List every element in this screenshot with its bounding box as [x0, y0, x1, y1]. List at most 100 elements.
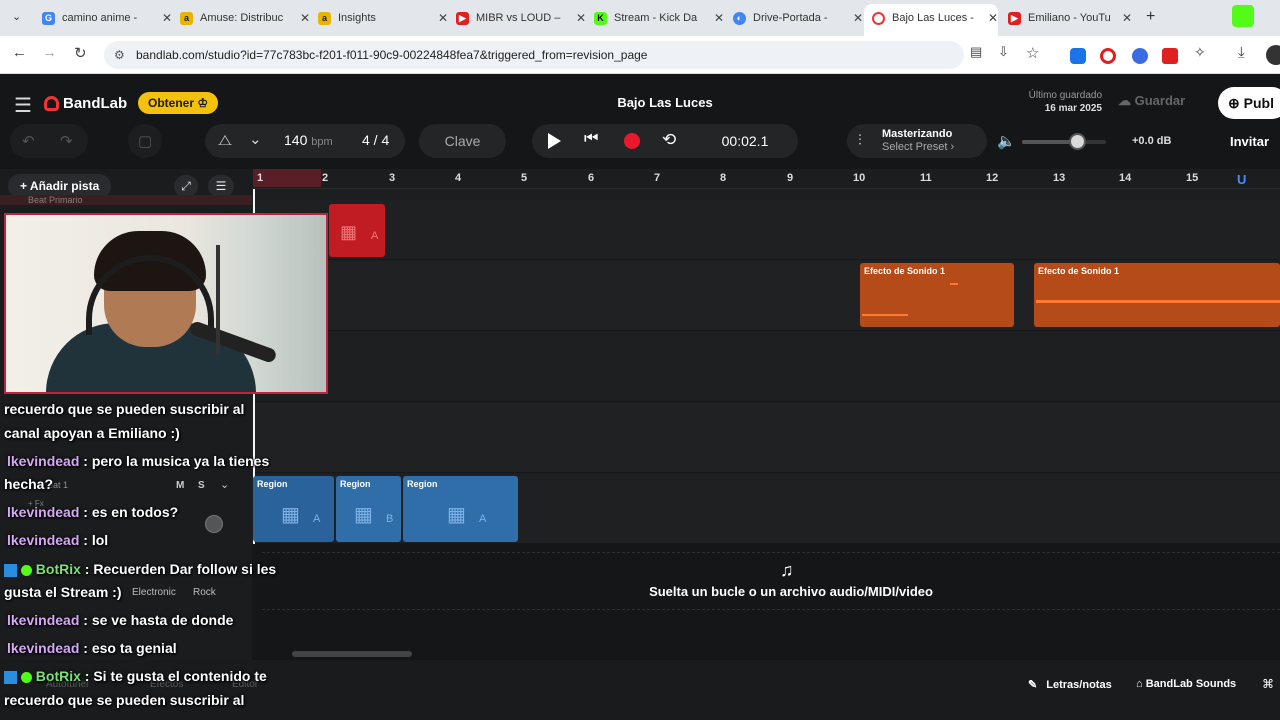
browser-tab[interactable]: K Stream - Kick Da ✕ — [594, 4, 724, 32]
reload-icon[interactable]: ↻ — [74, 44, 87, 62]
snap-magnet-icon[interactable]: U — [1237, 172, 1246, 187]
midi-region[interactable]: Region ▦ A — [403, 476, 518, 542]
tab-close-icon[interactable]: ✕ — [1122, 11, 1132, 25]
chat-message: lkevindead : pero la musica ya la tienes — [7, 453, 269, 469]
mixer-button[interactable]: ☰ — [208, 175, 234, 197]
chat-message: lkevindead : lol — [7, 532, 108, 548]
undo-icon[interactable]: ↶ — [22, 132, 35, 150]
menu-hamburger-icon[interactable]: ☰ — [14, 93, 32, 118]
tab-close-icon[interactable]: ✕ — [162, 11, 172, 25]
track-chevron-icon[interactable]: ⌄ — [220, 478, 229, 491]
metronome-chevron-icon[interactable]: ⌄ — [249, 130, 262, 148]
chat-text: hecha? — [4, 476, 54, 492]
volume-icon[interactable]: 🔈 — [997, 132, 1016, 150]
new-tab-icon[interactable]: + — [1146, 8, 1155, 26]
url-text: bandlab.com/studio?id=77c783bc-f201-f011… — [136, 48, 648, 62]
chat-text: canal apoyan a Emiliano :) — [4, 425, 180, 441]
region-label: Region — [257, 479, 288, 489]
tab-close-icon[interactable]: ✕ — [438, 11, 448, 25]
tab-close-icon[interactable]: ✕ — [988, 11, 998, 25]
extension-icon[interactable] — [1132, 48, 1148, 64]
get-button[interactable]: Obtener ♔ — [138, 92, 219, 114]
sfx-region[interactable]: Efecto de Sonido 1 — [1034, 263, 1280, 327]
track-lane[interactable] — [252, 403, 1280, 473]
bookmark-star-icon[interactable]: ☆ — [1026, 44, 1039, 62]
project-title[interactable]: Bajo Las Luces — [560, 95, 770, 110]
solo-button[interactable]: S — [198, 480, 205, 491]
chevron-right-icon: › — [950, 141, 955, 153]
reading-mode-icon[interactable]: ▤ — [970, 44, 982, 60]
track-lane[interactable] — [252, 200, 1280, 260]
pan-knob[interactable] — [205, 515, 223, 533]
loop-marker[interactable] — [253, 169, 321, 187]
ruler-bar: 3 — [389, 172, 396, 184]
tab-list-chevron-icon[interactable]: ⌄ — [12, 10, 21, 23]
browser-tab[interactable]: G camino anime - ✕ — [42, 4, 172, 32]
loop-icon[interactable]: ⟲ — [662, 130, 676, 150]
back-icon[interactable]: ← — [12, 44, 27, 61]
lyrics-notes-button[interactable]: ✎ Letras/notas — [1028, 678, 1112, 691]
volume-slider[interactable] — [1022, 140, 1106, 144]
tempo-field[interactable]: 140 bpm — [284, 132, 333, 148]
chat-message: lkevindead : se ve hasta de donde — [7, 612, 233, 628]
site-info-icon[interactable]: ⚙ — [114, 41, 125, 69]
browser-tab[interactable]: ▶ MIBR vs LOUD – ✕ — [456, 4, 586, 32]
forward-icon[interactable]: → — [42, 44, 57, 61]
extension-icon[interactable] — [1162, 48, 1178, 64]
skip-to-start-icon[interactable]: ⏮ — [584, 130, 598, 148]
record-button[interactable] — [624, 133, 640, 149]
horizontal-scrollbar[interactable] — [292, 651, 412, 657]
bandlab-logo[interactable]: BandLab — [44, 95, 127, 112]
track-lane[interactable] — [252, 332, 1280, 402]
tab-close-icon[interactable]: ✕ — [300, 11, 310, 25]
browser-tab[interactable]: a Insights ✕ — [318, 4, 448, 32]
save-button[interactable]: ☁ Guardar — [1118, 93, 1185, 109]
chat-message: recuerdo que se pueden suscribir al — [4, 692, 244, 708]
shortcuts-icon[interactable]: ⌘ — [1262, 677, 1274, 691]
downloads-icon[interactable]: ⤓ — [1238, 44, 1245, 61]
bandlab-sounds-button[interactable]: ⌂ BandLab Sounds — [1136, 678, 1236, 690]
redo-icon[interactable]: ↷ — [60, 132, 73, 150]
profile-avatar[interactable] — [1266, 45, 1280, 65]
drop-zone[interactable]: ♫ Suelta un bucle o un archivo audio/MID… — [252, 544, 1280, 660]
tab-label: Amuse: Distribuc — [200, 12, 284, 24]
drive-icon: ◐ — [733, 11, 746, 25]
invite-button[interactable]: Invitar — [1230, 134, 1269, 149]
genre-tag[interactable]: Rock — [193, 587, 216, 598]
last-saved-label: Último guardado — [1028, 90, 1102, 101]
tab-label: Stream - Kick Da — [614, 12, 698, 24]
browser-tab-active[interactable]: Bajo Las Luces - ✕ — [864, 4, 998, 36]
metronome-icon[interactable]: ⧍ — [218, 132, 232, 149]
automation-button[interactable]: ⤢ — [174, 175, 198, 197]
time-signature[interactable]: 4 / 4 — [362, 132, 389, 148]
extension-icon[interactable] — [1070, 48, 1086, 64]
url-bar[interactable]: ⚙ bandlab.com/studio?id=77c783bc-f201-f0… — [104, 41, 964, 69]
tab-close-icon[interactable]: ✕ — [714, 11, 724, 25]
publish-label: Publ — [1243, 95, 1274, 111]
ruler-bar: 2 — [322, 172, 329, 184]
chat-text: : lol — [83, 532, 109, 548]
extensions-puzzle-icon[interactable]: ✧ — [1194, 44, 1206, 61]
kick-extension-icon[interactable] — [1232, 5, 1254, 27]
ruler-bar: 12 — [986, 172, 999, 184]
mute-button[interactable]: M — [176, 480, 184, 491]
drum-region[interactable]: ▦ A — [329, 204, 385, 257]
opera-extension-icon[interactable] — [1100, 48, 1116, 64]
ruler-bar: 11 — [920, 172, 932, 184]
play-button[interactable] — [548, 133, 561, 149]
tab-close-icon[interactable]: ✕ — [853, 11, 863, 25]
publish-button[interactable]: ⊕ Publ — [1218, 87, 1280, 119]
browser-tab[interactable]: a Amuse: Distribuc ✕ — [180, 4, 310, 32]
sfx-region[interactable]: Efecto de Sonido 1 — [860, 263, 1014, 327]
volume-knob[interactable] — [1069, 133, 1086, 150]
browser-tab[interactable]: ▶ Emiliano - YouTu ✕ — [1008, 4, 1132, 32]
install-app-icon[interactable]: ⇩ — [998, 44, 1009, 60]
ruler-bar: 4 — [455, 172, 462, 184]
tab-close-icon[interactable]: ✕ — [576, 11, 586, 25]
genre-tag[interactable]: Electronic — [132, 587, 176, 598]
browser-tab[interactable]: ◐ Drive-Portada - ✕ — [733, 4, 863, 32]
bandlab-logo-icon — [44, 96, 59, 111]
audio-waveform — [950, 283, 958, 285]
midi-region[interactable]: Region ▦ A — [253, 476, 334, 542]
midi-region[interactable]: Region ▦ B — [336, 476, 401, 542]
